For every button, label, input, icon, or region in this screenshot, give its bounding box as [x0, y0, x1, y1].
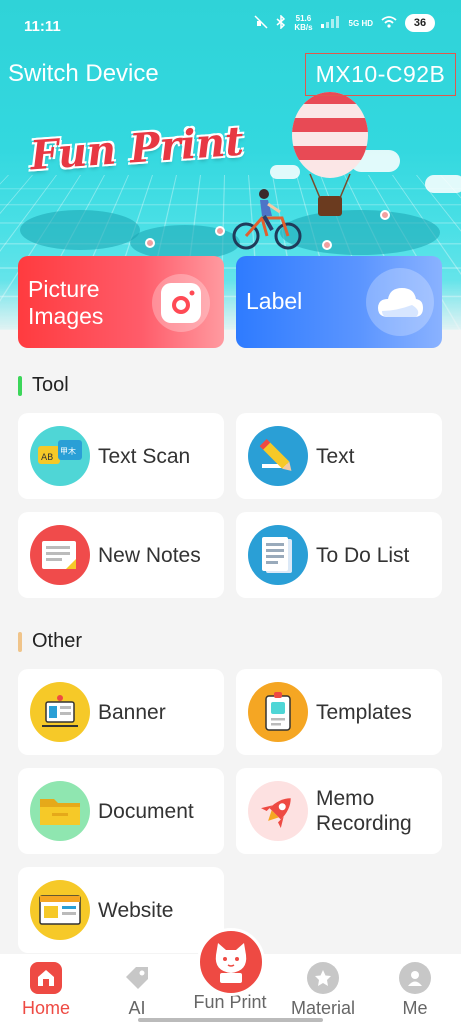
nav-ai[interactable]: AI	[97, 962, 177, 1019]
memo-recording-label: Memo Recording	[316, 787, 412, 835]
network-speed-unit: KB/s	[294, 23, 313, 32]
other-section-header: Other	[18, 630, 82, 653]
home-indicator	[138, 1018, 323, 1022]
home-icon	[30, 962, 62, 994]
status-time: 11:11	[24, 18, 61, 35]
document-tile[interactable]: Document	[18, 768, 224, 854]
user-icon	[399, 962, 431, 994]
notes-icon	[30, 525, 90, 585]
website-icon	[30, 880, 90, 940]
text-scan-label: Text Scan	[98, 444, 191, 468]
text-label: Text	[316, 444, 355, 468]
map-pin-icon	[145, 238, 155, 248]
bluetooth-icon	[276, 13, 286, 32]
picture-images-card[interactable]: Picture Images	[18, 256, 224, 348]
section-marker	[18, 375, 22, 396]
pencil-icon	[248, 426, 308, 486]
new-notes-label: New Notes	[98, 543, 201, 567]
tag-icon	[121, 962, 153, 994]
cloud-decoration	[425, 175, 461, 193]
nav-material[interactable]: Material	[283, 962, 363, 1019]
banner-tile[interactable]: Banner	[18, 669, 224, 755]
signal-icon	[320, 15, 341, 31]
to-do-list-tile[interactable]: To Do List	[236, 512, 442, 598]
banner-icon	[30, 682, 90, 742]
status-bar: 11:11 51.6 KB/s 5G HD 36	[0, 0, 461, 54]
nav-me[interactable]: Me	[375, 962, 455, 1019]
map-pin-icon	[380, 210, 390, 220]
nav-ai-label: AI	[128, 998, 146, 1018]
wifi-icon	[381, 15, 397, 31]
todo-list-icon	[248, 525, 308, 585]
fun-print-logo: Fun Print	[28, 117, 246, 180]
device-id-button[interactable]: MX10-C92B	[305, 53, 456, 96]
signal-label: 5G HD	[348, 18, 373, 28]
text-scan-icon: AB 甲木	[30, 426, 90, 486]
star-icon	[307, 962, 339, 994]
picture-images-label: Picture Images	[28, 276, 104, 329]
cyclist-illustration	[232, 189, 302, 250]
rocket-icon	[248, 781, 308, 841]
svg-text:AB: AB	[41, 453, 53, 463]
mute-icon	[254, 14, 268, 32]
nav-material-label: Material	[290, 998, 356, 1018]
text-tile[interactable]: Text	[236, 413, 442, 499]
label-card[interactable]: Label	[236, 256, 442, 348]
tool-section-header: Tool	[18, 374, 69, 397]
banner-label: Banner	[98, 700, 166, 724]
nav-home-label: Home	[21, 998, 70, 1018]
nav-me-label: Me	[402, 998, 428, 1018]
camera-icon	[152, 274, 210, 332]
section-marker	[18, 631, 22, 652]
battery-icon: 36	[405, 14, 435, 32]
document-label: Document	[98, 799, 194, 823]
to-do-list-label: To Do List	[316, 543, 410, 567]
other-section-title: Other	[32, 630, 83, 652]
network-speed-value: 51.6	[295, 14, 312, 23]
status-icons: 51.6 KB/s 5G HD 36	[254, 13, 435, 32]
templates-icon	[248, 682, 308, 742]
cloud-icon	[366, 268, 434, 336]
map-pin-icon	[322, 240, 332, 250]
svg-text:甲木: 甲木	[60, 446, 76, 456]
templates-tile[interactable]: Templates	[236, 669, 442, 755]
website-tile[interactable]: Website	[18, 867, 224, 953]
cat-icon	[215, 943, 247, 983]
new-notes-tile[interactable]: New Notes	[18, 512, 224, 598]
map-continent	[20, 210, 140, 250]
network-speed: 51.6 KB/s	[294, 14, 312, 32]
switch-device-button[interactable]: Switch Device	[8, 60, 159, 88]
folder-icon	[30, 781, 90, 841]
templates-label: Templates	[316, 700, 412, 724]
memo-recording-tile[interactable]: Memo Recording	[236, 768, 442, 854]
label-card-label: Label	[246, 288, 303, 314]
website-label: Website	[98, 898, 174, 922]
nav-home[interactable]: Home	[6, 962, 86, 1019]
map-pin-icon	[215, 226, 225, 236]
tool-section-title: Tool	[32, 374, 69, 396]
text-scan-tile[interactable]: AB 甲木 Text Scan	[18, 413, 224, 499]
fun-print-fab[interactable]	[197, 928, 265, 996]
